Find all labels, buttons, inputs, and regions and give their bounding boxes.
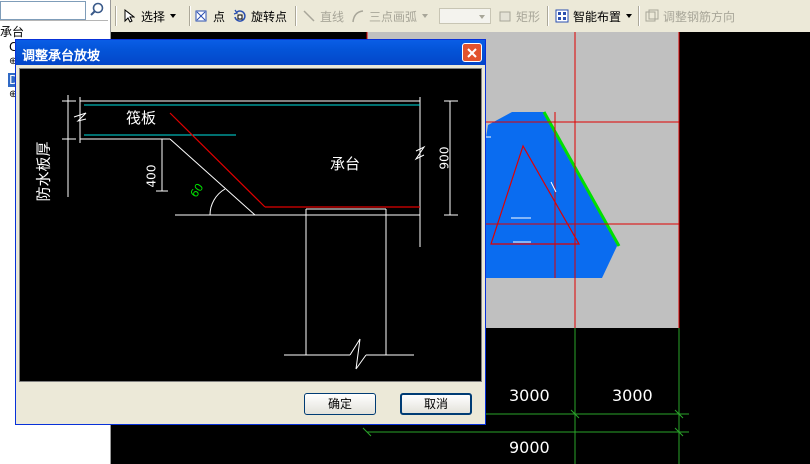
drawing-toolbar: 选择 点 旋转点 直线 三点画弧 矩形 智能布置 调整钢筋方向 (111, 0, 810, 33)
rotate-point-icon (233, 9, 246, 22)
dimension-label-3000-b: 3000 (612, 386, 653, 405)
chevron-down-icon (479, 15, 485, 19)
dim-400-label: 400 (144, 164, 159, 188)
dim-900-label: 900 (437, 146, 452, 170)
cursor-icon (124, 9, 135, 23)
waterproof-thickness-label: 防水板厚 (34, 141, 53, 202)
chevron-down-icon (626, 14, 633, 18)
tree-search-bar (0, 0, 108, 21)
point-icon (195, 10, 207, 22)
toolbar-separator (638, 6, 640, 26)
dimension-label-9000: 9000 (509, 438, 550, 457)
rect-tool-button[interactable]: 矩形 (499, 7, 540, 25)
line-icon (303, 10, 315, 22)
angle-arc (209, 188, 226, 216)
close-button[interactable] (462, 43, 482, 62)
adjust-cap-slope-dialog: 调整承台放坡 筏板 防水板厚 承台 400 900 60 确定 取消 (15, 39, 486, 425)
three-point-arc-tool-label: 三点画弧 (369, 9, 418, 24)
arc-param-combo[interactable] (439, 8, 491, 24)
line-tool-button[interactable]: 直线 (302, 7, 344, 25)
tree-item-cap[interactable]: 承台 (0, 23, 24, 40)
point-tool-label: 点 (213, 9, 226, 24)
three-point-arc-tool-button[interactable]: 三点画弧 (351, 7, 429, 25)
rect-icon (499, 11, 511, 21)
slope-red-line (169, 112, 266, 208)
raft-label: 筏板 (126, 109, 157, 127)
ok-button[interactable]: 确定 (304, 393, 376, 415)
dialog-title: 调整承台放坡 (22, 49, 101, 64)
search-icon[interactable] (88, 1, 106, 19)
smart-layout-label: 智能布置 (573, 9, 622, 24)
rotate-point-tool-label: 旋转点 (251, 9, 288, 24)
adjust-rebar-direction-button[interactable]: 调整钢筋方向 (645, 7, 735, 25)
slope-diagram: 筏板 防水板厚 承台 400 900 60 (19, 68, 482, 382)
adjust-rebar-direction-label: 调整钢筋方向 (663, 9, 736, 24)
line-tool-label: 直线 (320, 9, 345, 24)
cancel-button[interactable]: 取消 (400, 393, 472, 415)
dimension-label-3000-a: 3000 (509, 386, 550, 405)
tree-search-input[interactable] (0, 1, 86, 20)
chevron-down-icon (170, 14, 177, 18)
rect-tool-label: 矩形 (516, 9, 541, 24)
toolbar-separator (115, 6, 117, 26)
smart-layout-button[interactable]: 智能布置 (555, 7, 633, 25)
point-tool-button[interactable]: 点 (195, 7, 225, 25)
toolbar-separator (189, 6, 191, 26)
close-icon (467, 48, 477, 58)
cap-label: 承台 (330, 155, 361, 173)
toolbar-separator (295, 6, 297, 26)
toolbar-separator (547, 6, 549, 26)
select-tool-label: 选择 (141, 9, 166, 24)
rotate-point-tool-button[interactable]: 旋转点 (232, 7, 287, 25)
arc-icon (352, 10, 364, 23)
select-tool-button[interactable]: 选择 (123, 7, 177, 25)
break-symbol (349, 338, 367, 370)
dialog-title-bar[interactable]: 调整承台放坡 (16, 40, 485, 65)
break-symbol (414, 145, 426, 161)
rebar-direction-icon (645, 9, 659, 22)
smart-layout-icon (555, 9, 569, 23)
chevron-down-icon (422, 14, 429, 18)
